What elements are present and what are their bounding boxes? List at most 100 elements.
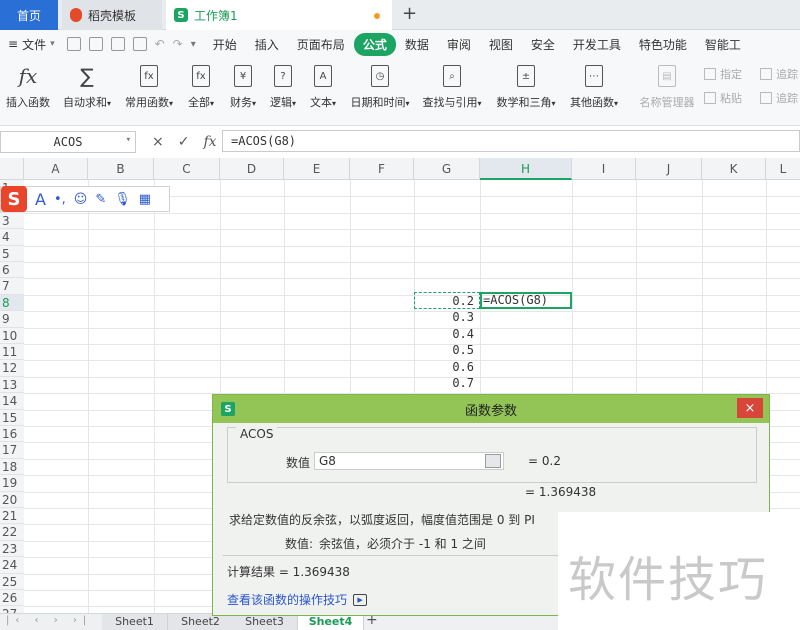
microphone-icon[interactable]: 🎙 (114, 192, 131, 207)
row-header-17[interactable]: 17 (0, 442, 24, 459)
row-header-23[interactable]: 23 (0, 540, 24, 558)
column-header-f[interactable]: F (350, 158, 414, 180)
tab-workbook[interactable]: S 工作簿1 (166, 0, 392, 30)
formula-input[interactable]: =ACOS(G8) (222, 130, 800, 152)
row-header-26[interactable]: 26 (0, 590, 24, 607)
row-header-20[interactable]: 20 (0, 491, 24, 508)
column-header-k[interactable]: K (702, 158, 766, 180)
sheet-nav-arrows-icon[interactable]: |‹ ‹ › ›| (6, 615, 92, 626)
row-header-6[interactable]: 6 (0, 262, 24, 279)
column-header-l[interactable]: L (766, 158, 800, 180)
logic-button[interactable]: ? 逻辑▾ (266, 64, 300, 110)
common-functions-button[interactable]: fx 常用函数▾ (122, 64, 176, 110)
tab-template[interactable]: 稻壳模板 (62, 0, 162, 30)
column-header-a[interactable]: A (24, 158, 88, 180)
paste-name-button[interactable]: 粘贴 (704, 90, 742, 106)
column-header-d[interactable]: D (220, 158, 284, 180)
column-header-c[interactable]: C (154, 158, 220, 180)
row-header-13[interactable]: 13 (0, 376, 24, 394)
name-manager-button[interactable]: ▤ 名称管理器 (638, 64, 696, 110)
param-input[interactable]: G8 (314, 452, 504, 470)
dialog-title-bar[interactable]: S 函数参数 × (213, 395, 769, 423)
cell-g11[interactable]: 0.5 (414, 343, 474, 357)
row-header-3[interactable]: 3 (0, 212, 24, 230)
menu-review[interactable]: 审阅 (438, 33, 480, 56)
confirm-icon[interactable]: ✓ (178, 134, 190, 150)
column-header-i[interactable]: I (572, 158, 636, 180)
menu-view[interactable]: 视图 (480, 33, 522, 56)
print-preview-icon[interactable] (132, 37, 147, 51)
menu-security[interactable]: 安全 (522, 33, 564, 56)
column-header-e[interactable]: E (284, 158, 350, 180)
row-header-11[interactable]: 11 (0, 344, 24, 361)
new-tab-button[interactable]: + (402, 3, 417, 24)
close-button[interactable]: × (737, 398, 763, 418)
menu-developer[interactable]: 开发工具 (564, 33, 630, 56)
row-header-24[interactable]: 24 (0, 557, 24, 574)
range-select-icon[interactable] (485, 454, 501, 468)
file-menu[interactable]: ≡ 文件 ▾ (0, 36, 63, 53)
active-cell-h8[interactable]: =ACOS(G8) (480, 292, 572, 309)
toolbox-icon[interactable]: ▦ (139, 192, 151, 207)
save-icon[interactable] (66, 37, 81, 51)
menu-insert[interactable]: 插入 (246, 33, 288, 56)
select-all-corner[interactable] (0, 158, 24, 180)
cell-g10[interactable]: 0.4 (414, 327, 474, 341)
autosum-button[interactable]: ∑ 自动求和▾ (60, 64, 114, 110)
more-functions-button[interactable]: ⋯ 其他函数▾ (568, 64, 620, 110)
text-functions-button[interactable]: A 文本▾ (306, 64, 340, 110)
menu-page-layout[interactable]: 页面布局 (288, 33, 354, 56)
row-header-12[interactable]: 12 (0, 360, 24, 377)
row-header-22[interactable]: 22 (0, 524, 24, 541)
menu-smart[interactable]: 智能工 (696, 33, 750, 56)
row-header-7[interactable]: 7 (0, 278, 24, 295)
print-icon[interactable] (110, 37, 125, 51)
date-time-button[interactable]: ◷ 日期和时间▾ (348, 64, 412, 110)
cell-g12[interactable]: 0.6 (414, 360, 474, 374)
font-icon[interactable]: A (35, 190, 46, 209)
sheet-tab-4[interactable]: Sheet4 (298, 614, 364, 630)
sheet-tab-2[interactable]: Sheet2 (168, 614, 234, 630)
punctuation-icon[interactable]: •, (54, 192, 66, 207)
undo-icon[interactable]: ↶ (155, 37, 165, 51)
cell-g13[interactable]: 0.7 (414, 376, 474, 390)
column-header-b[interactable]: B (88, 158, 154, 180)
row-header-10[interactable]: 10 (0, 327, 24, 344)
menu-home[interactable]: 开始 (204, 33, 246, 56)
finance-button[interactable]: ¥ 财务▾ (226, 64, 260, 110)
math-trig-button[interactable]: ± 数学和三角▾ (494, 64, 558, 110)
menu-formulas[interactable]: 公式 (353, 32, 396, 56)
customize-icon[interactable]: ▾ (191, 39, 196, 50)
column-header-h[interactable]: H (480, 158, 572, 180)
cell-g9[interactable]: 0.3 (414, 310, 474, 324)
row-header-27[interactable]: 27 (0, 606, 24, 613)
define-name-button[interactable]: 指定 (704, 66, 742, 82)
row-header-25[interactable]: 25 (0, 573, 24, 590)
row-header-9[interactable]: 9 (0, 311, 24, 328)
format-painter-icon[interactable] (88, 37, 103, 51)
row-header-15[interactable]: 15 (0, 409, 24, 426)
row-header-19[interactable]: 19 (0, 475, 24, 492)
handwriting-icon[interactable]: ✎ (95, 192, 106, 207)
menu-special[interactable]: 特色功能 (630, 33, 696, 56)
trace-precedents-button[interactable]: 追踪 (760, 66, 798, 82)
help-link[interactable]: 查看该函数的操作技巧 ▶ (227, 591, 368, 608)
row-header-5[interactable]: 5 (0, 245, 24, 262)
row-header-16[interactable]: 16 (0, 426, 24, 443)
row-header-8[interactable]: 8 (0, 294, 24, 312)
emoji-icon[interactable]: ☺ (74, 192, 88, 207)
sheet-tab-1[interactable]: Sheet1 (102, 614, 168, 630)
sheet-tab-3[interactable]: Sheet3 (232, 614, 298, 630)
tab-home[interactable]: 首页 (0, 0, 58, 30)
all-functions-button[interactable]: fx 全部▾ (184, 64, 218, 110)
row-header-14[interactable]: 14 (0, 393, 24, 410)
column-header-j[interactable]: J (636, 158, 702, 180)
cancel-icon[interactable]: × (152, 134, 164, 150)
fx-icon[interactable]: fx (203, 134, 216, 150)
lookup-reference-button[interactable]: ⌕ 查找与引用▾ (420, 64, 484, 110)
trace-dependents-button[interactable]: 追踪 (760, 90, 798, 106)
redo-icon[interactable]: ↷ (173, 37, 183, 51)
sogou-logo-icon[interactable]: S (1, 186, 27, 212)
row-header-4[interactable]: 4 (0, 229, 24, 246)
row-header-18[interactable]: 18 (0, 458, 24, 476)
